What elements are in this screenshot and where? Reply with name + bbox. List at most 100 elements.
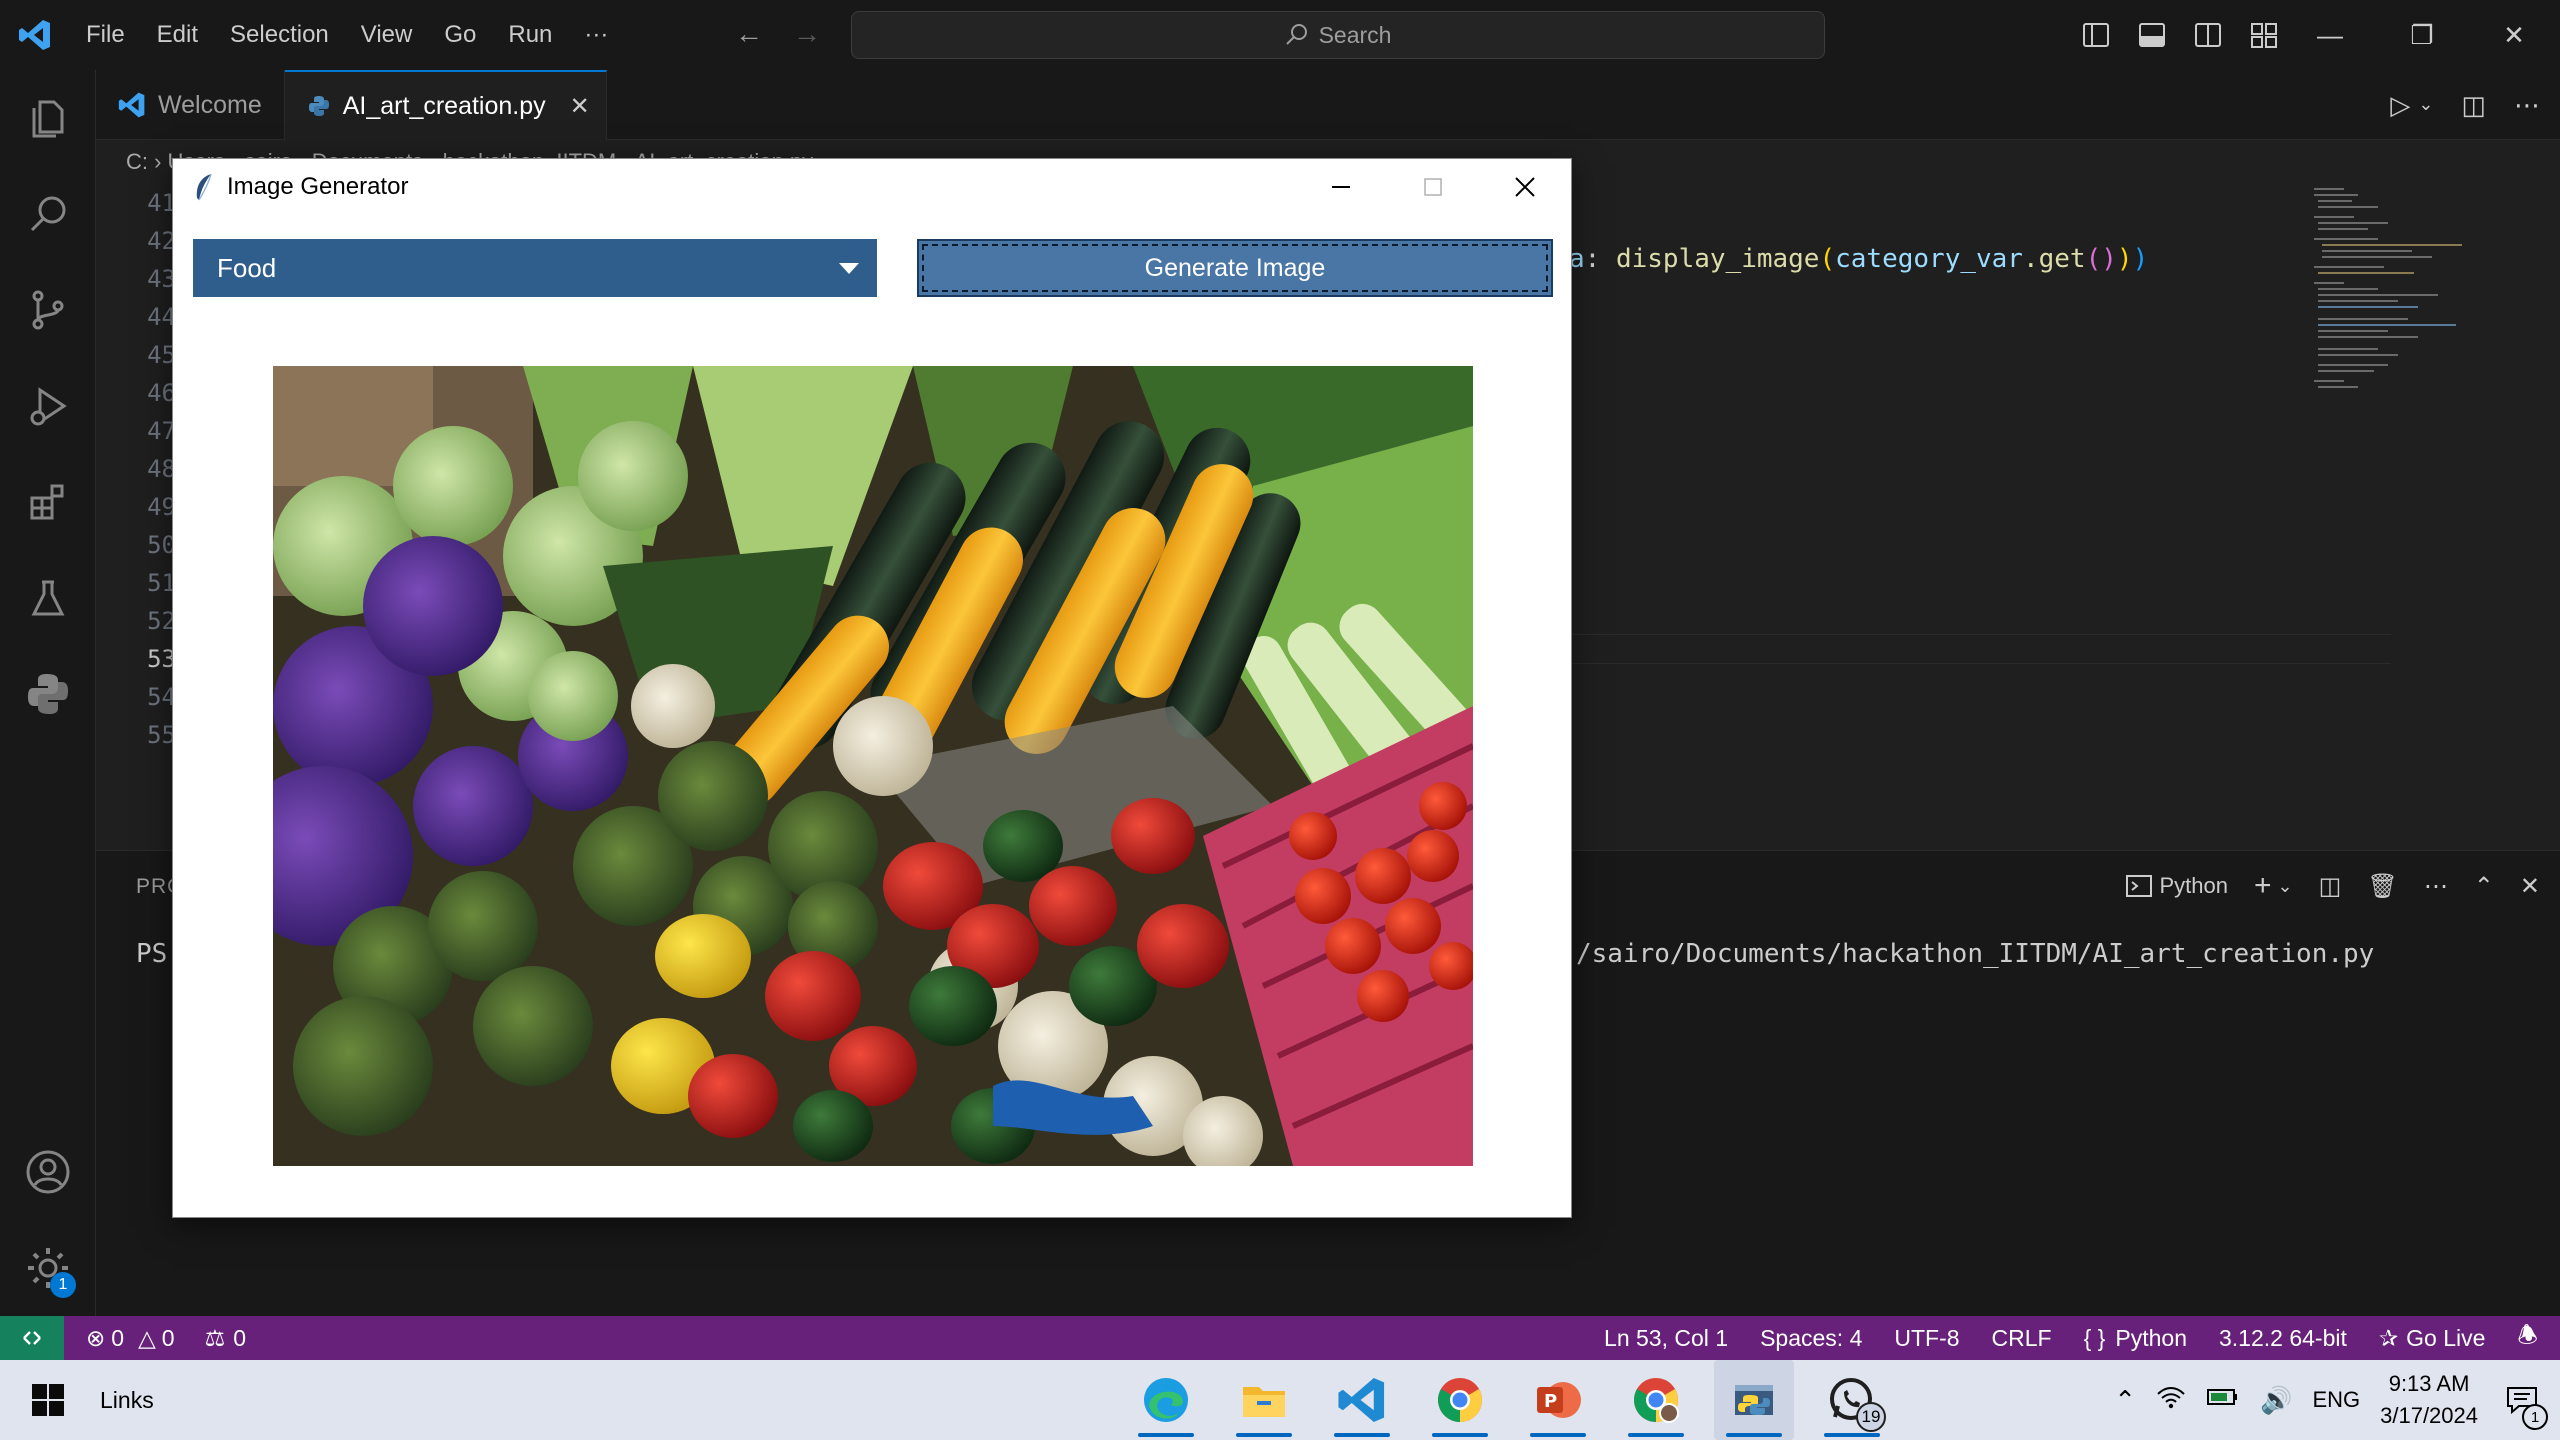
new-terminal-plus-icon[interactable]: + <box>2254 869 2272 903</box>
toggle-panel-icon[interactable] <box>2138 21 2166 49</box>
search-placeholder: Search <box>1318 21 1392 48</box>
image-generator-window: Image Generator Food Generate Image <box>172 158 1572 1218</box>
run-debug-icon[interactable] <box>0 358 96 454</box>
current-line-highlight <box>1571 634 2391 664</box>
vegetable-market-photo <box>273 366 1473 1166</box>
python-interpreter[interactable]: 3.12.2 64-bit <box>2219 1325 2347 1352</box>
tk-maximize-icon[interactable] <box>1387 159 1479 215</box>
more-actions-icon[interactable]: ⋯ <box>2424 872 2448 901</box>
python-tk-app-icon[interactable] <box>1714 1360 1794 1440</box>
source-control-icon[interactable] <box>0 262 96 358</box>
indentation[interactable]: Spaces: 4 <box>1760 1325 1862 1352</box>
problems-indicator[interactable]: ⊗ 0 △ 0 <box>86 1325 175 1352</box>
tk-window-title: Image Generator <box>227 173 409 200</box>
close-panel-icon[interactable]: ✕ <box>2520 872 2540 901</box>
generate-image-button[interactable]: Generate Image <box>917 239 1553 297</box>
testing-flask-icon[interactable] <box>0 550 96 646</box>
category-dropdown[interactable]: Food <box>193 239 877 297</box>
warning-icon: △ <box>138 1324 156 1351</box>
chrome-icon[interactable] <box>1420 1360 1500 1440</box>
ports-indicator[interactable]: ⚖ 0 <box>205 1325 246 1352</box>
accounts-icon[interactable] <box>0 1124 96 1220</box>
file-explorer-icon[interactable] <box>1224 1360 1304 1440</box>
dropdown-arrow-icon <box>839 263 859 274</box>
explorer-icon[interactable] <box>0 70 96 166</box>
settings-badge: 1 <box>50 1272 76 1298</box>
python-extension-icon[interactable] <box>0 646 96 742</box>
back-arrow-icon[interactable]: ← <box>735 18 763 50</box>
menu-go[interactable]: Go <box>428 0 492 70</box>
end-of-line[interactable]: CRLF <box>1992 1325 2052 1352</box>
extensions-icon[interactable] <box>0 454 96 550</box>
volume-icon[interactable]: 🔊 <box>2260 1385 2292 1416</box>
cursor-position[interactable]: Ln 53, Col 1 <box>1604 1325 1728 1352</box>
nav-arrows: ← → <box>735 18 821 50</box>
tk-minimize-icon[interactable] <box>1295 159 1387 215</box>
vscode-taskbar-icon[interactable] <box>1322 1360 1402 1440</box>
editor-actions: ▷ ⌄ ◫ ⋯ <box>2390 90 2540 121</box>
system-tray: ⌃ 🔊 ENG 9:13 AM 3/17/2024 1 <box>2114 1360 2548 1440</box>
minimap[interactable] <box>2314 184 2464 414</box>
window-controls: — ❐ ✕ <box>2284 0 2560 70</box>
show-hidden-icons-chevron-icon[interactable]: ⌃ <box>2114 1385 2136 1416</box>
restore-icon[interactable]: ❐ <box>2376 0 2468 70</box>
run-dropdown-chevron-icon[interactable]: ⌄ <box>2418 94 2433 121</box>
input-language[interactable]: ENG <box>2312 1387 2360 1413</box>
tk-window-title-bar[interactable]: Image Generator <box>173 159 1571 215</box>
status-bar: ⊗ 0 △ 0 ⚖ 0 Ln 53, Col 1 Spaces: 4 UTF-8… <box>0 1316 2560 1360</box>
go-live-button[interactable]: ✰ Go Live <box>2379 1325 2486 1352</box>
forward-arrow-icon[interactable]: → <box>793 18 821 50</box>
toggle-primary-sidebar-icon[interactable] <box>2082 21 2110 49</box>
clock[interactable]: 9:13 AM 3/17/2024 <box>2380 1368 2478 1432</box>
notifications-bell-icon[interactable]: 🕭 <box>2517 1319 2538 1358</box>
tk-close-icon[interactable] <box>1479 159 1571 215</box>
terminal-shell-selector[interactable]: Python <box>2125 873 2228 899</box>
start-windows-icon[interactable] <box>0 1360 96 1440</box>
status-left: ⊗ 0 △ 0 ⚖ 0 <box>86 1325 246 1352</box>
new-terminal-chevron-icon[interactable]: ⌄ <box>2278 876 2293 897</box>
split-terminal-icon[interactable]: ◫ <box>2319 872 2342 901</box>
tab-label: Welcome <box>158 90 262 119</box>
manage-gear-icon[interactable]: 1 <box>0 1220 96 1316</box>
clock-date: 3/17/2024 <box>2380 1403 2478 1428</box>
go-live-label: Go Live <box>2406 1324 2486 1351</box>
remote-indicator-icon[interactable] <box>0 1316 64 1360</box>
tab-ai-art-creation[interactable]: AI_art_creation.py ✕ <box>284 70 607 140</box>
language-mode[interactable]: { } Python <box>2084 1325 2187 1352</box>
menu-more[interactable]: ··· <box>568 0 624 70</box>
wifi-icon[interactable] <box>2156 1384 2186 1416</box>
powerpoint-icon[interactable]: P <box>1518 1360 1598 1440</box>
command-search[interactable]: Search <box>851 11 1825 59</box>
kill-terminal-trash-icon[interactable]: 🗑 <box>2367 872 2397 901</box>
vscode-logo-icon[interactable] <box>0 0 70 70</box>
more-actions-icon[interactable]: ⋯ <box>2514 90 2540 121</box>
code-line-43: a: display_image(category_var.get())) <box>1569 244 2149 274</box>
customize-layout-icon[interactable] <box>2250 21 2278 49</box>
edge-browser-icon[interactable] <box>1126 1360 1206 1440</box>
menu-view[interactable]: View <box>345 0 429 70</box>
chrome-profile-icon[interactable] <box>1616 1360 1696 1440</box>
python-icon <box>308 96 329 116</box>
menu-file[interactable]: File <box>70 0 141 70</box>
menu-edit[interactable]: Edit <box>141 0 214 70</box>
notification-center-icon[interactable]: 1 <box>2498 1384 2548 1430</box>
battery-icon[interactable] <box>2206 1385 2240 1415</box>
language-label: Python <box>2115 1324 2187 1351</box>
whatsapp-icon[interactable]: 19 <box>1812 1360 1892 1440</box>
tab-close-icon[interactable]: ✕ <box>570 92 590 121</box>
menu-selection[interactable]: Selection <box>214 0 345 70</box>
panel-actions: Python + ⌄ ◫ 🗑 ⋯ ⌃ ✕ <box>2125 869 2540 903</box>
minimize-icon[interactable]: — <box>2284 0 2376 70</box>
maximize-panel-chevron-up-icon[interactable]: ⌃ <box>2474 872 2494 901</box>
search-icon[interactable] <box>0 166 96 262</box>
file-encoding[interactable]: UTF-8 <box>1894 1325 1959 1352</box>
terminal-icon <box>2125 875 2152 897</box>
toggle-secondary-sidebar-icon[interactable] <box>2194 21 2222 49</box>
close-icon[interactable]: ✕ <box>2468 0 2560 70</box>
tab-welcome[interactable]: Welcome <box>96 70 285 140</box>
run-file-icon[interactable]: ▷ <box>2390 90 2410 121</box>
menu-run[interactable]: Run <box>492 0 568 70</box>
broadcast-icon: ✰ <box>2378 1324 2399 1351</box>
split-editor-icon[interactable]: ◫ <box>2461 90 2486 121</box>
links-toolbar[interactable]: Links <box>100 1387 154 1414</box>
